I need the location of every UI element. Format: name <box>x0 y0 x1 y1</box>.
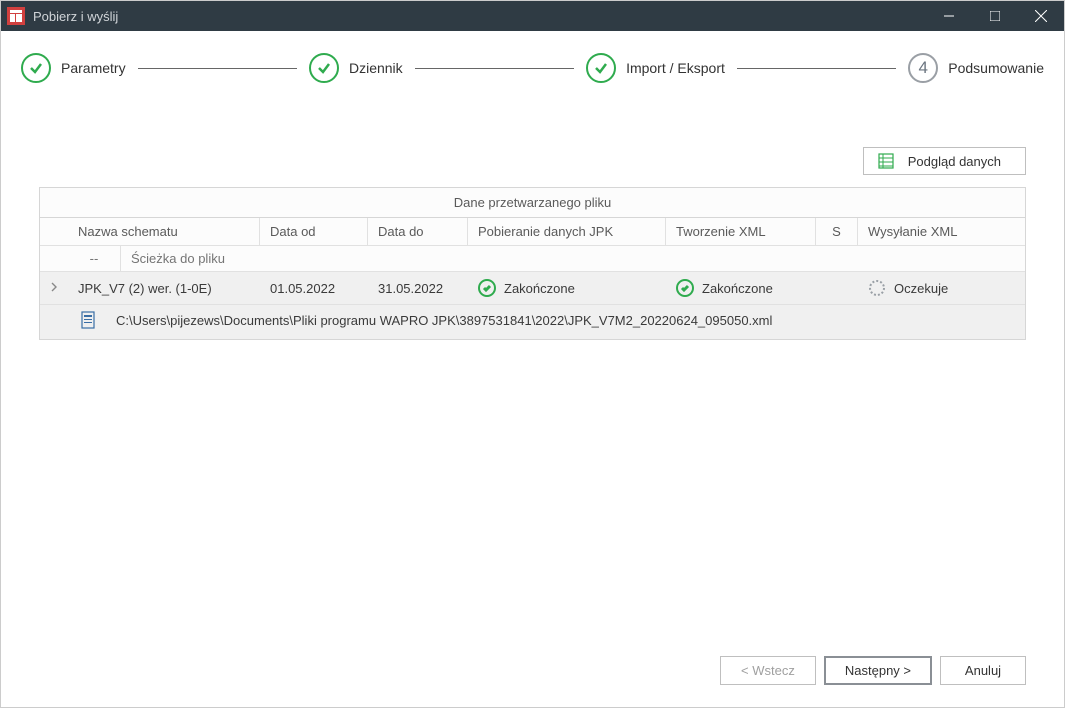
app-icon <box>7 7 25 25</box>
waiting-icon <box>868 279 886 297</box>
wizard-stepper: Parametry Dziennik Import / Eksport 4 Po… <box>1 31 1064 103</box>
window-title: Pobierz i wyślij <box>33 9 926 24</box>
cell-pobieranie: Zakończone <box>468 272 666 304</box>
step-import-eksport: Import / Eksport <box>586 53 725 83</box>
status-label: Zakończone <box>504 281 575 296</box>
subheader-dash: -- <box>68 246 121 271</box>
col-od[interactable]: Data od <box>260 218 368 245</box>
check-icon <box>586 53 616 83</box>
col-schema[interactable]: Nazwa schematu <box>68 218 260 245</box>
step-divider <box>737 68 896 69</box>
step-label: Import / Eksport <box>626 60 725 76</box>
titlebar: Pobierz i wyślij <box>1 1 1064 31</box>
table-row[interactable]: JPK_V7 (2) wer. (1-0E) 01.05.2022 31.05.… <box>40 272 1025 305</box>
cell-schema: JPK_V7 (2) wer. (1-0E) <box>68 274 260 303</box>
file-path: C:\Users\pijezews\Documents\Pliki progra… <box>116 313 772 328</box>
next-button[interactable]: Następny > <box>824 656 932 685</box>
step-label: Dziennik <box>349 60 403 76</box>
subheader-path: Ścieżka do pliku <box>121 246 1025 271</box>
check-icon <box>676 279 694 297</box>
expand-toggle[interactable] <box>40 274 68 303</box>
status-label: Zakończone <box>702 281 773 296</box>
step-divider <box>415 68 574 69</box>
file-icon <box>80 311 98 329</box>
close-button[interactable] <box>1018 1 1064 31</box>
col-do[interactable]: Data do <box>368 218 468 245</box>
grid-subheader-row: -- Ścieżka do pliku <box>40 246 1025 272</box>
grid-title: Dane przetwarzanego pliku <box>40 188 1025 218</box>
cell-od: 01.05.2022 <box>260 274 368 303</box>
cell-tworzenie: Zakończone <box>666 272 816 304</box>
cell-wysylanie: Oczekuje <box>858 272 1025 304</box>
step-dziennik: Dziennik <box>309 53 403 83</box>
step-label: Parametry <box>61 60 126 76</box>
wizard-footer: < Wstecz Następny > Anuluj <box>1 640 1064 707</box>
check-icon <box>478 279 496 297</box>
col-wysylanie[interactable]: Wysyłanie XML <box>858 218 1025 245</box>
minimize-button[interactable] <box>926 1 972 31</box>
back-button[interactable]: < Wstecz <box>720 656 816 685</box>
cell-s <box>816 281 858 295</box>
grid-header-row: Nazwa schematu Data od Data do Pobierani… <box>40 218 1025 246</box>
cancel-button[interactable]: Anuluj <box>940 656 1026 685</box>
maximize-button[interactable] <box>972 1 1018 31</box>
check-icon <box>309 53 339 83</box>
grid-icon <box>878 153 894 169</box>
table-row-detail: C:\Users\pijezews\Documents\Pliki progra… <box>40 305 1025 339</box>
cell-do: 31.05.2022 <box>368 274 468 303</box>
col-pobieranie[interactable]: Pobieranie danych JPK <box>468 218 666 245</box>
preview-button-label: Podgląd danych <box>908 154 1001 169</box>
step-parametry: Parametry <box>21 53 126 83</box>
col-tworzenie[interactable]: Tworzenie XML <box>666 218 816 245</box>
step-divider <box>138 68 297 69</box>
step-label: Podsumowanie <box>948 60 1044 76</box>
check-icon <box>21 53 51 83</box>
step-podsumowanie: 4 Podsumowanie <box>908 53 1044 83</box>
file-data-grid: Dane przetwarzanego pliku Nazwa schematu… <box>39 187 1026 340</box>
col-s[interactable]: S <box>816 218 858 245</box>
step-number-icon: 4 <box>908 53 938 83</box>
status-label: Oczekuje <box>894 281 948 296</box>
preview-data-button[interactable]: Podgląd danych <box>863 147 1026 175</box>
